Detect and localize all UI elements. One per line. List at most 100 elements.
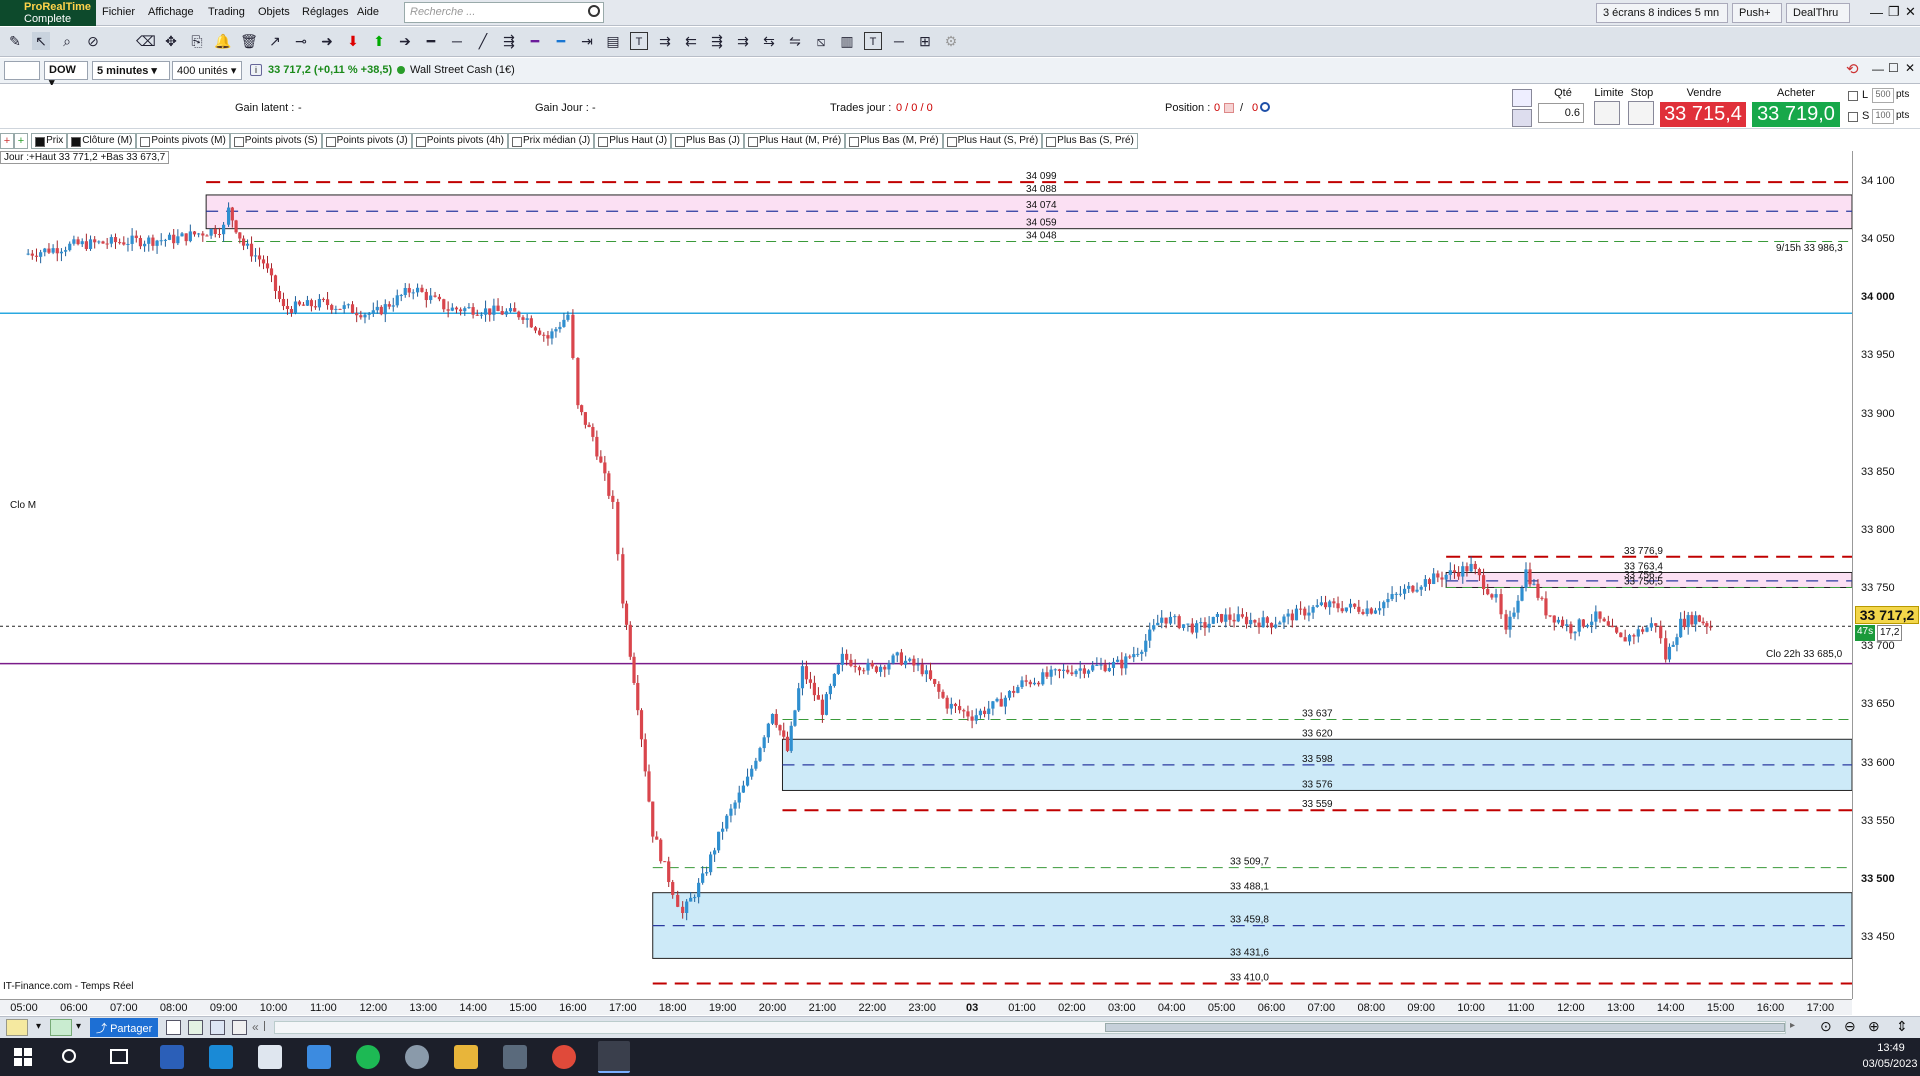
arrow-right-bold-icon[interactable]: ➔ [396, 32, 414, 50]
screenshot-icon[interactable] [166, 1020, 181, 1035]
tab-plus-haut-j[interactable]: Plus Haut (J) [594, 133, 672, 149]
s-pts-input[interactable]: 100 [1872, 109, 1894, 124]
scroll-right-icon[interactable]: ▸ [1790, 1020, 1795, 1031]
share-button[interactable]: ⤴ Partager [90, 1018, 159, 1037]
move-icon[interactable]: ✥ [162, 32, 180, 50]
scroll-left-icon[interactable] [264, 1021, 270, 1031]
sell-button[interactable]: 33 715,4 [1660, 102, 1746, 127]
zoom-in-icon[interactable]: ⊕ [1868, 1018, 1880, 1035]
tab-prix[interactable]: Prix [31, 133, 68, 149]
segment-icon[interactable]: ⊸ [292, 32, 310, 50]
time-scrollbar[interactable] [274, 1021, 1786, 1034]
chart-type-chevron-icon[interactable]: ▾ [76, 1021, 81, 1032]
tab-pivots-m[interactable]: Points pivots (M) [136, 133, 230, 149]
zoom-icon[interactable]: ⌕ [58, 32, 76, 50]
arrow-right-icon[interactable]: ➜ [318, 32, 336, 50]
tab-pivots-4h[interactable]: Points pivots (4h) [411, 133, 508, 149]
tab-pivots-j[interactable]: Points pivots (J) [321, 133, 412, 149]
window-icon[interactable] [210, 1020, 225, 1035]
chart-maximize-icon[interactable]: ☐ [1888, 61, 1899, 75]
tab-plus-bas-s[interactable]: Plus Bas (S, Pré) [1042, 133, 1138, 149]
search-taskbar-icon[interactable] [62, 1049, 76, 1063]
limit-order-button[interactable] [1594, 101, 1620, 125]
indicator-tool-icon[interactable] [6, 1019, 28, 1036]
ellipse-icon[interactable]: ⇉ [734, 32, 752, 50]
minimize-icon[interactable]: — [1870, 5, 1883, 20]
pitchfork-icon[interactable]: ⇶ [708, 32, 726, 50]
fibonacci-icon[interactable]: ▤ [604, 32, 622, 50]
arc-icon[interactable]: ⇇ [682, 32, 700, 50]
gann-icon[interactable]: ⇋ [786, 32, 804, 50]
fan-icon[interactable]: ⇉ [656, 32, 674, 50]
dealthru-button[interactable]: DealThru [1786, 3, 1850, 23]
ticker-select[interactable]: DOW ▾ [44, 61, 88, 89]
scrollbar-thumb[interactable] [1105, 1023, 1785, 1032]
scroll-left-double-icon[interactable]: « [252, 1020, 259, 1034]
tab-plus-haut-m[interactable]: Plus Haut (M, Pré) [743, 133, 846, 149]
dropdown-chevron-icon[interactable]: ▾ [36, 1021, 41, 1032]
chart-type-icon[interactable] [50, 1019, 72, 1036]
copy-icon[interactable]: ⎘ [188, 32, 206, 50]
hline-purple-icon[interactable]: ━ [526, 32, 544, 50]
app-parrot-icon[interactable] [405, 1045, 429, 1069]
text-icon[interactable]: T [630, 32, 648, 50]
cursor-icon[interactable]: ↖ [32, 32, 50, 50]
spotify-icon[interactable] [356, 1045, 380, 1069]
menu-aide[interactable]: Aide [357, 6, 379, 18]
timeframe-select[interactable]: 5 minutes ▾ [92, 61, 170, 80]
replay-icon[interactable] [232, 1020, 247, 1035]
channel-icon[interactable]: ⇶ [500, 32, 518, 50]
remove-indicator-icon[interactable]: + [0, 133, 14, 149]
l-checkbox[interactable] [1848, 91, 1858, 101]
hline-icon[interactable]: ━ [422, 32, 440, 50]
label-icon[interactable]: T [864, 32, 882, 50]
l-pts-input[interactable]: 500 [1872, 88, 1894, 103]
trendline-icon[interactable]: ╱ [474, 32, 492, 50]
add-indicator-icon[interactable]: + [14, 133, 28, 149]
position-search-icon[interactable] [1260, 102, 1270, 112]
word-app-icon[interactable] [160, 1045, 184, 1069]
grid-icon[interactable]: ▥ [838, 32, 856, 50]
chart-close-icon[interactable]: ✕ [1905, 61, 1915, 75]
calculator-icon[interactable] [1512, 89, 1532, 107]
units-select[interactable]: 400 unités ▾ [172, 61, 242, 80]
zoom-reset-icon[interactable]: ⊙ [1820, 1018, 1832, 1035]
push-button[interactable]: Push+ [1732, 3, 1782, 23]
ray-icon[interactable]: ⇥ [578, 32, 596, 50]
line-tool-icon[interactable]: ─ [890, 32, 908, 50]
settings-gear-icon[interactable]: ⚙ [942, 32, 960, 50]
tab-prix-median[interactable]: Prix médian (J) [508, 133, 595, 149]
s-checkbox[interactable] [1848, 112, 1858, 122]
measure-icon[interactable]: ⧅ [812, 32, 830, 50]
cross-out-icon[interactable]: ⊞ [916, 32, 934, 50]
file-explorer-icon[interactable] [454, 1045, 478, 1069]
hline-thin-icon[interactable]: ─ [448, 32, 466, 50]
calculator-app-icon[interactable] [503, 1045, 527, 1069]
store-app-icon[interactable] [209, 1045, 233, 1069]
rectangle-icon[interactable]: ⇆ [760, 32, 778, 50]
table-icon[interactable] [188, 1020, 203, 1035]
task-view-icon[interactable] [110, 1049, 128, 1064]
tab-plus-bas-m[interactable]: Plus Bas (M, Pré) [845, 133, 943, 149]
chart-canvas[interactable]: 34 099 34 088 34 074 34 05934 048 33 776,9 33… [0, 151, 1853, 999]
link-icon[interactable] [4, 61, 40, 80]
info-icon[interactable]: i [250, 64, 262, 76]
trash-icon[interactable]: 🗑 [240, 32, 258, 50]
ruler-icon[interactable]: ⊘ [84, 32, 102, 50]
search-icon[interactable] [588, 5, 600, 17]
tab-plus-bas-j[interactable]: Plus Bas (J) [671, 133, 744, 149]
eraser-icon[interactable]: ⌫ [136, 32, 156, 50]
menu-fichier[interactable]: Fichier [102, 6, 135, 18]
menu-reglages[interactable]: Réglages [302, 6, 348, 18]
sell-arrow-icon[interactable]: ⬇ [344, 32, 362, 50]
drive-app-icon[interactable] [258, 1045, 282, 1069]
sync-icon[interactable]: ⟲ [1846, 60, 1859, 78]
menu-objets[interactable]: Objets [258, 6, 290, 18]
pencil-icon[interactable]: ✎ [6, 32, 24, 50]
close-icon[interactable]: ✕ [1905, 4, 1916, 20]
ms-store-icon[interactable] [307, 1045, 331, 1069]
autoscale-icon[interactable]: ⇕ [1896, 1018, 1908, 1035]
chrome-icon[interactable] [552, 1045, 576, 1069]
qty-input[interactable]: 0.6 [1538, 103, 1584, 123]
prorealtime-taskbar-icon[interactable] [598, 1041, 630, 1073]
